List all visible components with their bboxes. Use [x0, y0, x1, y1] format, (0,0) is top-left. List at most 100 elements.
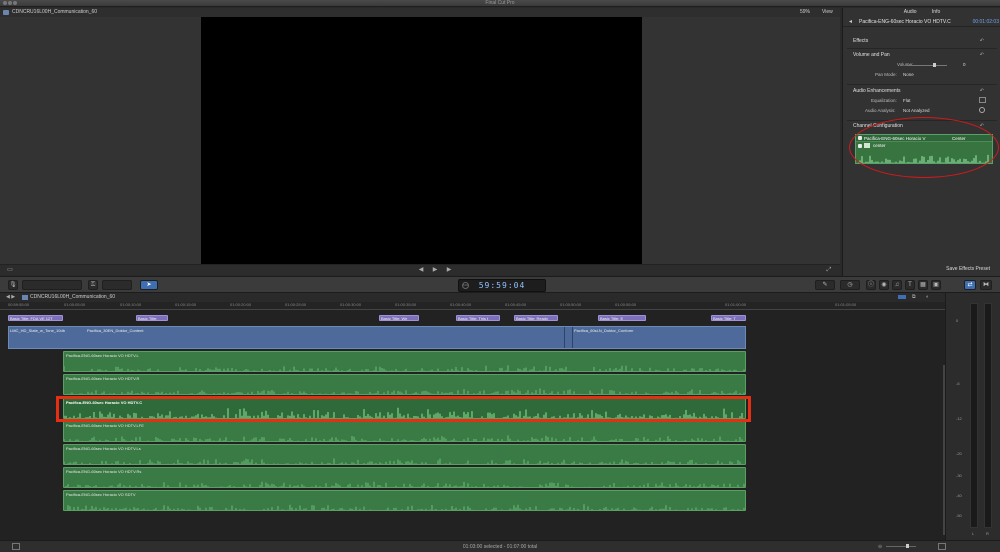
- viewer-zoom-menu[interactable]: 59%: [800, 9, 810, 16]
- audio-clip[interactable]: Pacifica-ENG-60sec Horacio VO HDTV.Ls: [63, 444, 746, 465]
- timeline-zoom-handle[interactable]: [906, 544, 909, 548]
- video-frame[interactable]: [201, 17, 642, 264]
- music-icon[interactable]: ♫: [892, 280, 902, 290]
- select-tool-icon[interactable]: ➤: [140, 280, 158, 290]
- ruler-tick: 01:00:55:00: [615, 302, 637, 307]
- timecode-mode-icon: 100: [462, 282, 469, 289]
- primary-storyline[interactable]: LMC_HD_Slate_w_Tone_10db Pacifica_30EN_D…: [8, 326, 746, 349]
- snapping-icon[interactable]: ⧉: [912, 294, 916, 300]
- reset-arrow-icon[interactable]: ↶: [980, 38, 984, 44]
- equalizer-icon[interactable]: [979, 97, 986, 103]
- timeline-zoom-slider[interactable]: [886, 546, 916, 547]
- analyze-icon[interactable]: [979, 107, 985, 113]
- volume-slider[interactable]: [907, 65, 947, 66]
- equalization-select[interactable]: Flat: [903, 98, 911, 103]
- timeline-header: ◀ ▶ CDNCRU16L00H_Communication_60 ⧉ ◐: [0, 293, 1000, 302]
- audio-enhancements-heading[interactable]: Audio Enhancements: [853, 88, 901, 94]
- ruler-tick: 01:00:30:00: [340, 302, 362, 307]
- inspector-icon[interactable]: ⓘ: [866, 280, 876, 290]
- audio-waveform: [67, 504, 745, 510]
- timeline-project-name: CDNCRU16L00H_Communication_60: [30, 294, 116, 300]
- window-controls[interactable]: [3, 1, 18, 8]
- viewer-view-menu[interactable]: View: [822, 9, 833, 16]
- save-effects-preset-button[interactable]: Save Effects Preset: [946, 266, 990, 272]
- timeline[interactable]: Basic Title: FDA VE 12T Basic Title: Bas…: [0, 310, 946, 540]
- ruler-tick: 01:00:50:00: [560, 302, 582, 307]
- solo-icon[interactable]: ◐: [926, 294, 929, 300]
- audio-waveform: [64, 458, 743, 464]
- toolbar: 🎙 ⚿ ➤ 59:59:04 100 ✎ ◷ ⓘ ◉ ♫ T ▦ ▣ ⇄ ⧓: [0, 276, 1000, 293]
- film-icon: [3, 10, 9, 15]
- selection-duration: 01:03:00 selected - 01:07:00 total: [462, 544, 538, 550]
- edit-buttons-group[interactable]: [22, 280, 82, 290]
- ruler-tick: 01:00:25:00: [285, 302, 307, 307]
- video-clip[interactable]: Pacifica_30EN_Doktor_Content: [87, 328, 143, 333]
- audio-clip-name: Pacifica-ENG-60sec Horacio VO HDTV.R: [66, 376, 140, 381]
- previous-frame-icon[interactable]: ◀︎: [417, 267, 425, 274]
- speed-icon[interactable]: ◷: [840, 280, 860, 290]
- back-arrow-icon[interactable]: ◀ ▶: [6, 294, 15, 301]
- reset-arrow-icon[interactable]: ↶: [980, 88, 984, 94]
- audio-clip[interactable]: Pacifica-ENG-60sec Horacio VO HDTV.L: [63, 351, 746, 372]
- themes-icon[interactable]: ▣: [931, 280, 941, 290]
- reset-arrow-icon[interactable]: ↶: [980, 52, 984, 58]
- close-window-icon[interactable]: [3, 1, 7, 5]
- inspector-clip-name: Pacifica-ENG-60sec Horacio VO HDTV.C: [859, 19, 951, 25]
- volume-value[interactable]: 0: [963, 62, 966, 67]
- play-icon[interactable]: ▶︎: [431, 267, 439, 274]
- ruler-tick: 00:59:55:00: [8, 302, 30, 307]
- viewer-layout-icon[interactable]: ▭: [6, 267, 14, 274]
- audio-clip[interactable]: Pacifica-ENG-60sec Horacio VO HDTV.R: [63, 374, 746, 395]
- app-title: Final Cut Pro: [485, 0, 515, 6]
- audio-clip[interactable]: Pacifica-ENG-60sec Horacio VO SDTV: [63, 490, 746, 511]
- tab-info[interactable]: Info: [932, 8, 940, 16]
- minimize-window-icon[interactable]: [8, 1, 12, 5]
- inspector-clip-header: ◂ Pacifica-ENG-60sec Horacio VO HDTV.C 0…: [843, 17, 1000, 27]
- audio-clip-name: Pacifica-ENG-60sec Horacio VO HDTV.Rs: [66, 469, 142, 474]
- next-frame-icon[interactable]: ▶︎: [445, 267, 453, 274]
- audio-clip[interactable]: Pacifica-ENG-60sec Horacio VO HDTV.LFE: [63, 421, 746, 442]
- status-bar: 01:03:00 selected - 01:07:00 total ⊖: [0, 540, 1000, 552]
- audio-clip-name: Pacifica-ENG-60sec Horacio VO SDTV: [66, 492, 136, 497]
- fullscreen-icon[interactable]: ⤢: [825, 267, 833, 274]
- video-clip[interactable]: Pacifica_60sLN_Doktor_Conform: [574, 328, 633, 333]
- audio-clip[interactable]: Pacifica-ENG-60sec Horacio VO HDTV.Rs: [63, 467, 746, 488]
- clip-appearance-icon[interactable]: [938, 543, 946, 550]
- title-clip[interactable]: Basic Title: E: [598, 315, 646, 321]
- generators-icon[interactable]: ▦: [918, 280, 928, 290]
- skimming-icon[interactable]: [898, 295, 906, 299]
- title-clip[interactable]: Basic Title: We: [379, 315, 419, 321]
- volume-slider-handle[interactable]: [933, 63, 936, 67]
- audio-meters: 0 -6 -12 -20 -30 -40 -50 L R: [945, 293, 1000, 540]
- video-clip[interactable]: LMC_HD_Slate_w_Tone_10db: [10, 328, 65, 333]
- speaker-icon: ◂: [849, 19, 853, 25]
- meter-label: -40: [956, 493, 962, 498]
- voiceover-mic-icon[interactable]: 🎙: [8, 280, 18, 290]
- divider: [847, 48, 997, 49]
- audio-clip-name: Pacifica-ENG-60sec Horacio VO HDTV.L: [66, 353, 139, 358]
- title-clip[interactable]: Basic Title: T: [711, 315, 746, 321]
- effects-browser-icon[interactable]: ⇄: [964, 280, 976, 290]
- transitions-icon[interactable]: ⧓: [980, 280, 992, 290]
- zoom-out-icon[interactable]: ⊖: [878, 544, 882, 550]
- zoom-window-icon[interactable]: [13, 1, 17, 5]
- volume-pan-section-heading[interactable]: Volume and Pan: [853, 52, 890, 58]
- key-icon[interactable]: ⚿: [88, 280, 98, 290]
- title-clip[interactable]: Basic Title:: [136, 315, 168, 321]
- timecode-display[interactable]: 59:59:04: [458, 279, 546, 292]
- effects-tool-icon[interactable]: ✎: [815, 280, 835, 290]
- tab-audio[interactable]: Audio: [904, 8, 917, 16]
- equalization-label: Equalization:: [871, 98, 897, 103]
- import-buttons-group[interactable]: [102, 280, 132, 290]
- effects-section-heading[interactable]: Effects: [853, 38, 868, 44]
- title-clip[interactable]: Basic Title: Ready: [514, 315, 558, 321]
- camera-icon[interactable]: ◉: [879, 280, 889, 290]
- title-clip[interactable]: Basic Title: This t: [456, 315, 500, 321]
- title-icon[interactable]: T: [905, 280, 915, 290]
- meter-channel-label: L: [972, 531, 975, 536]
- meter-label: -6: [956, 381, 960, 386]
- ruler-tick: 01:00:20:00: [230, 302, 252, 307]
- pan-mode-select[interactable]: None: [903, 72, 914, 77]
- timeline-ruler[interactable]: 00:59:55:00 01:00:05:00 01:00:10:00 01:0…: [0, 302, 945, 310]
- title-clip[interactable]: Basic Title: FDA VE 12T: [8, 315, 63, 321]
